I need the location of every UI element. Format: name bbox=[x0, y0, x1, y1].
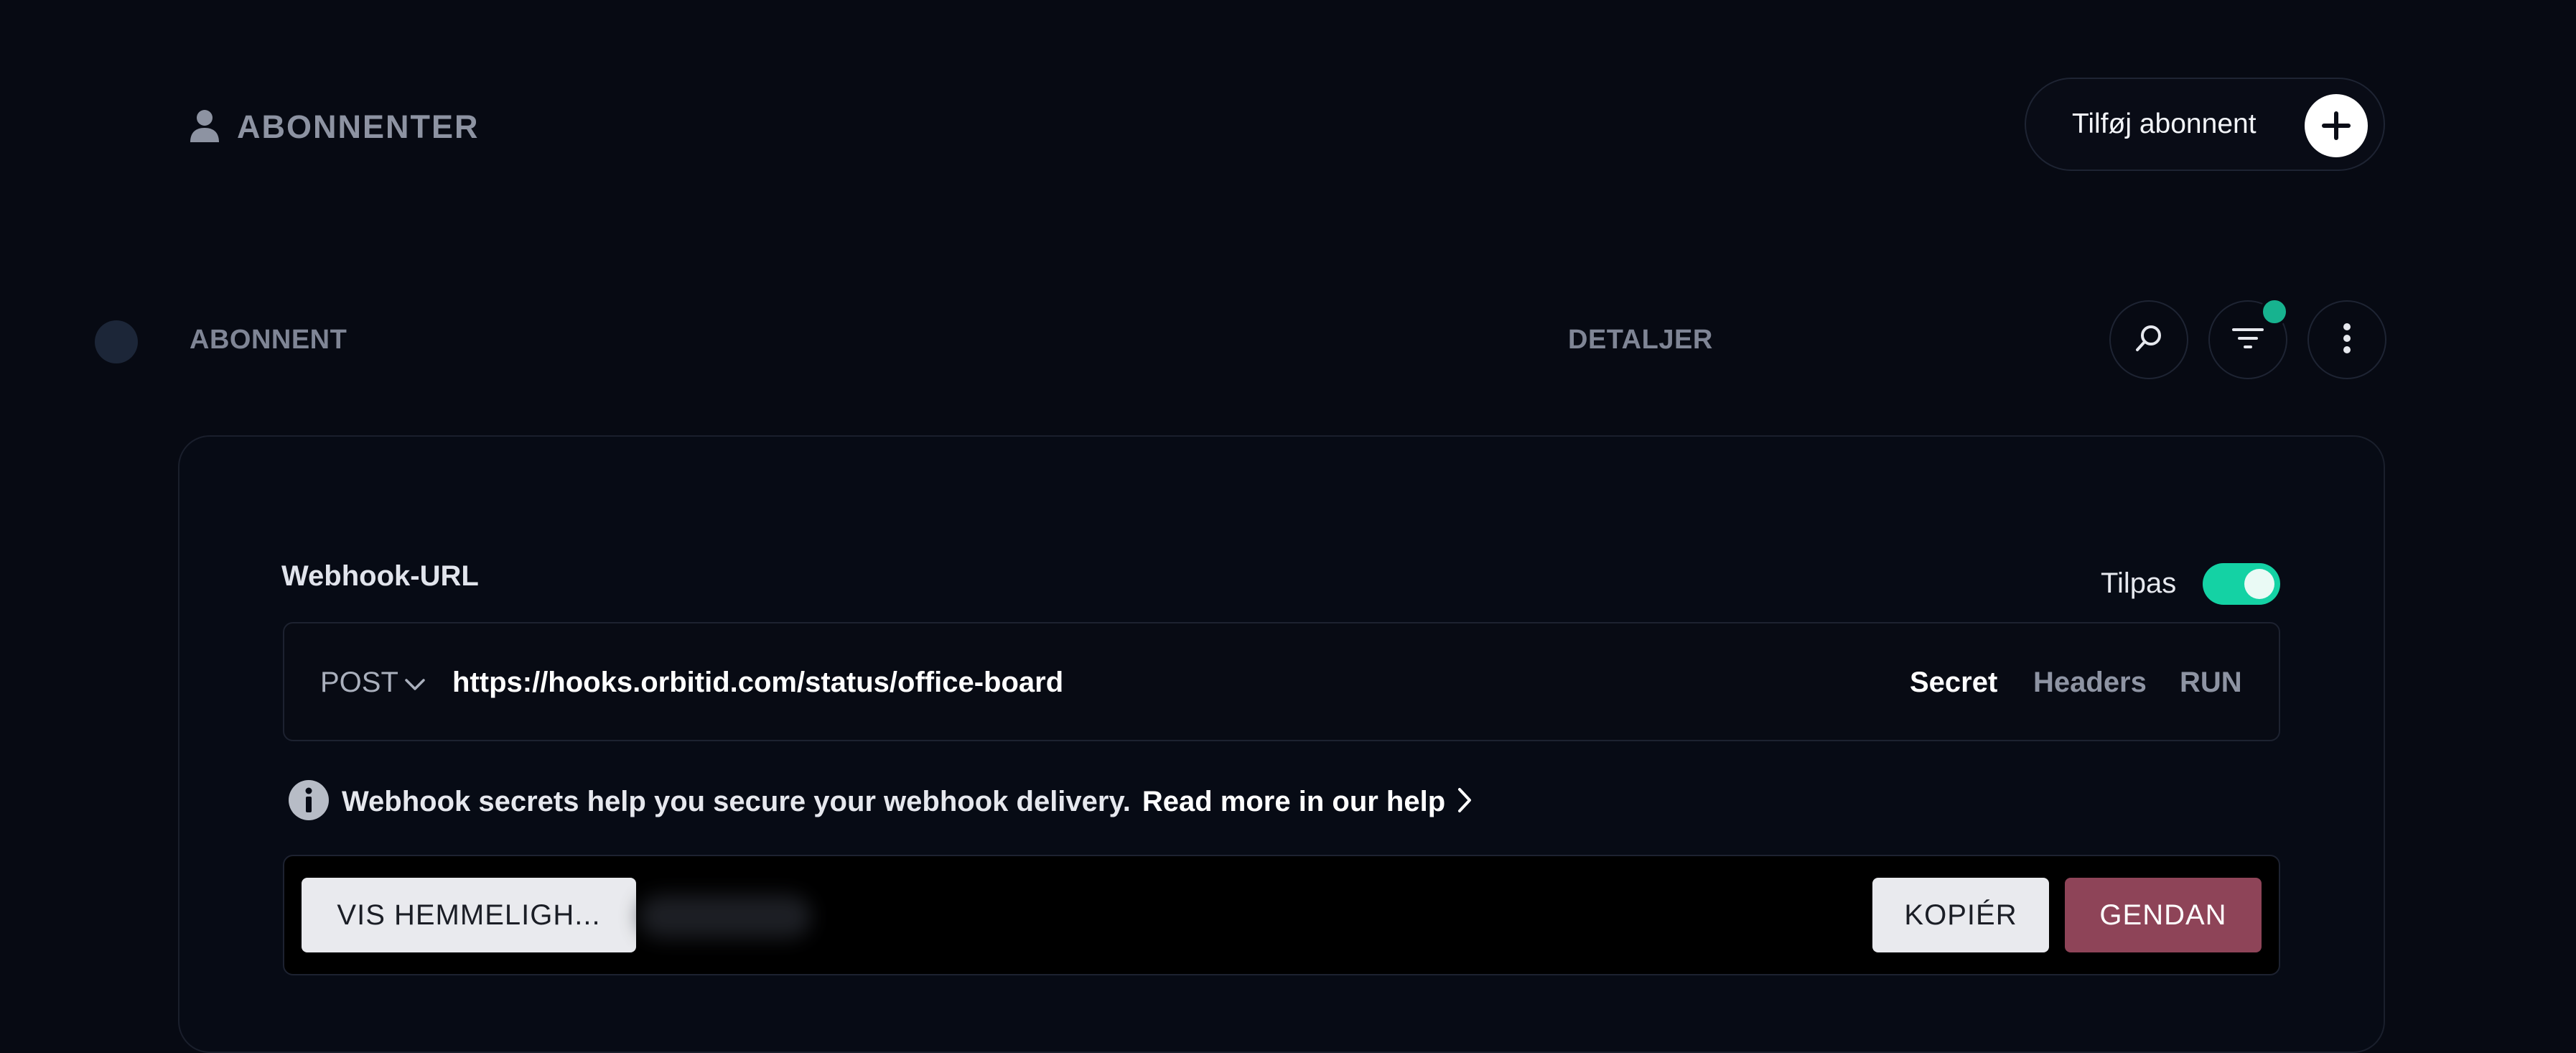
hidden-secret-value bbox=[639, 895, 811, 938]
column-header-subscriber[interactable]: ABONNENT bbox=[190, 325, 347, 356]
search-button[interactable] bbox=[2109, 300, 2188, 379]
tab-headers[interactable]: Headers bbox=[2033, 667, 2147, 699]
toggle-knob bbox=[2244, 569, 2274, 599]
plus-icon bbox=[2305, 94, 2368, 157]
webhook-url-value[interactable]: https://hooks.orbitid.com/status/office-… bbox=[452, 667, 1063, 699]
more-options-button[interactable] bbox=[2307, 300, 2386, 379]
webhook-url-title: Webhook-URL bbox=[281, 560, 479, 592]
info-icon bbox=[287, 779, 330, 825]
chevron-right-icon[interactable] bbox=[1457, 787, 1473, 817]
info-text: Webhook secrets help you secure your web… bbox=[342, 786, 1131, 817]
customize-toggle[interactable] bbox=[2203, 563, 2280, 605]
http-method-select[interactable]: POST bbox=[320, 667, 426, 699]
reset-button[interactable]: GENDAN bbox=[2065, 878, 2262, 952]
show-secret-button[interactable]: VIS HEMMELIGH... bbox=[302, 878, 636, 952]
copy-button[interactable]: KOPIÉR bbox=[1872, 878, 2049, 952]
column-header-details[interactable]: DETALJER bbox=[1568, 325, 1713, 356]
http-method-value: POST bbox=[320, 667, 398, 698]
more-vertical-icon bbox=[2343, 323, 2351, 358]
help-link[interactable]: Read more in our help bbox=[1142, 786, 1445, 818]
person-icon bbox=[190, 108, 220, 147]
add-subscriber-label: Tilføj abonnent bbox=[2072, 108, 2257, 139]
filter-button[interactable] bbox=[2208, 297, 2289, 379]
filter-active-indicator bbox=[2260, 297, 2289, 326]
select-all-checkbox[interactable] bbox=[95, 320, 138, 363]
tab-run[interactable]: RUN bbox=[2180, 667, 2242, 699]
search-icon bbox=[2133, 323, 2165, 358]
customize-toggle-label: Tilpas bbox=[2101, 567, 2177, 599]
add-subscriber-button[interactable]: Tilføj abonnent bbox=[2025, 78, 2385, 171]
filter-icon bbox=[2231, 325, 2265, 355]
tab-secret[interactable]: Secret bbox=[1910, 667, 1997, 699]
page-title: ABONNENTER bbox=[237, 108, 480, 145]
page-header: ABONNENTER bbox=[190, 102, 480, 152]
webhook-info: Webhook secrets help you secure your web… bbox=[287, 779, 1473, 825]
chevron-down-icon bbox=[404, 667, 426, 699]
